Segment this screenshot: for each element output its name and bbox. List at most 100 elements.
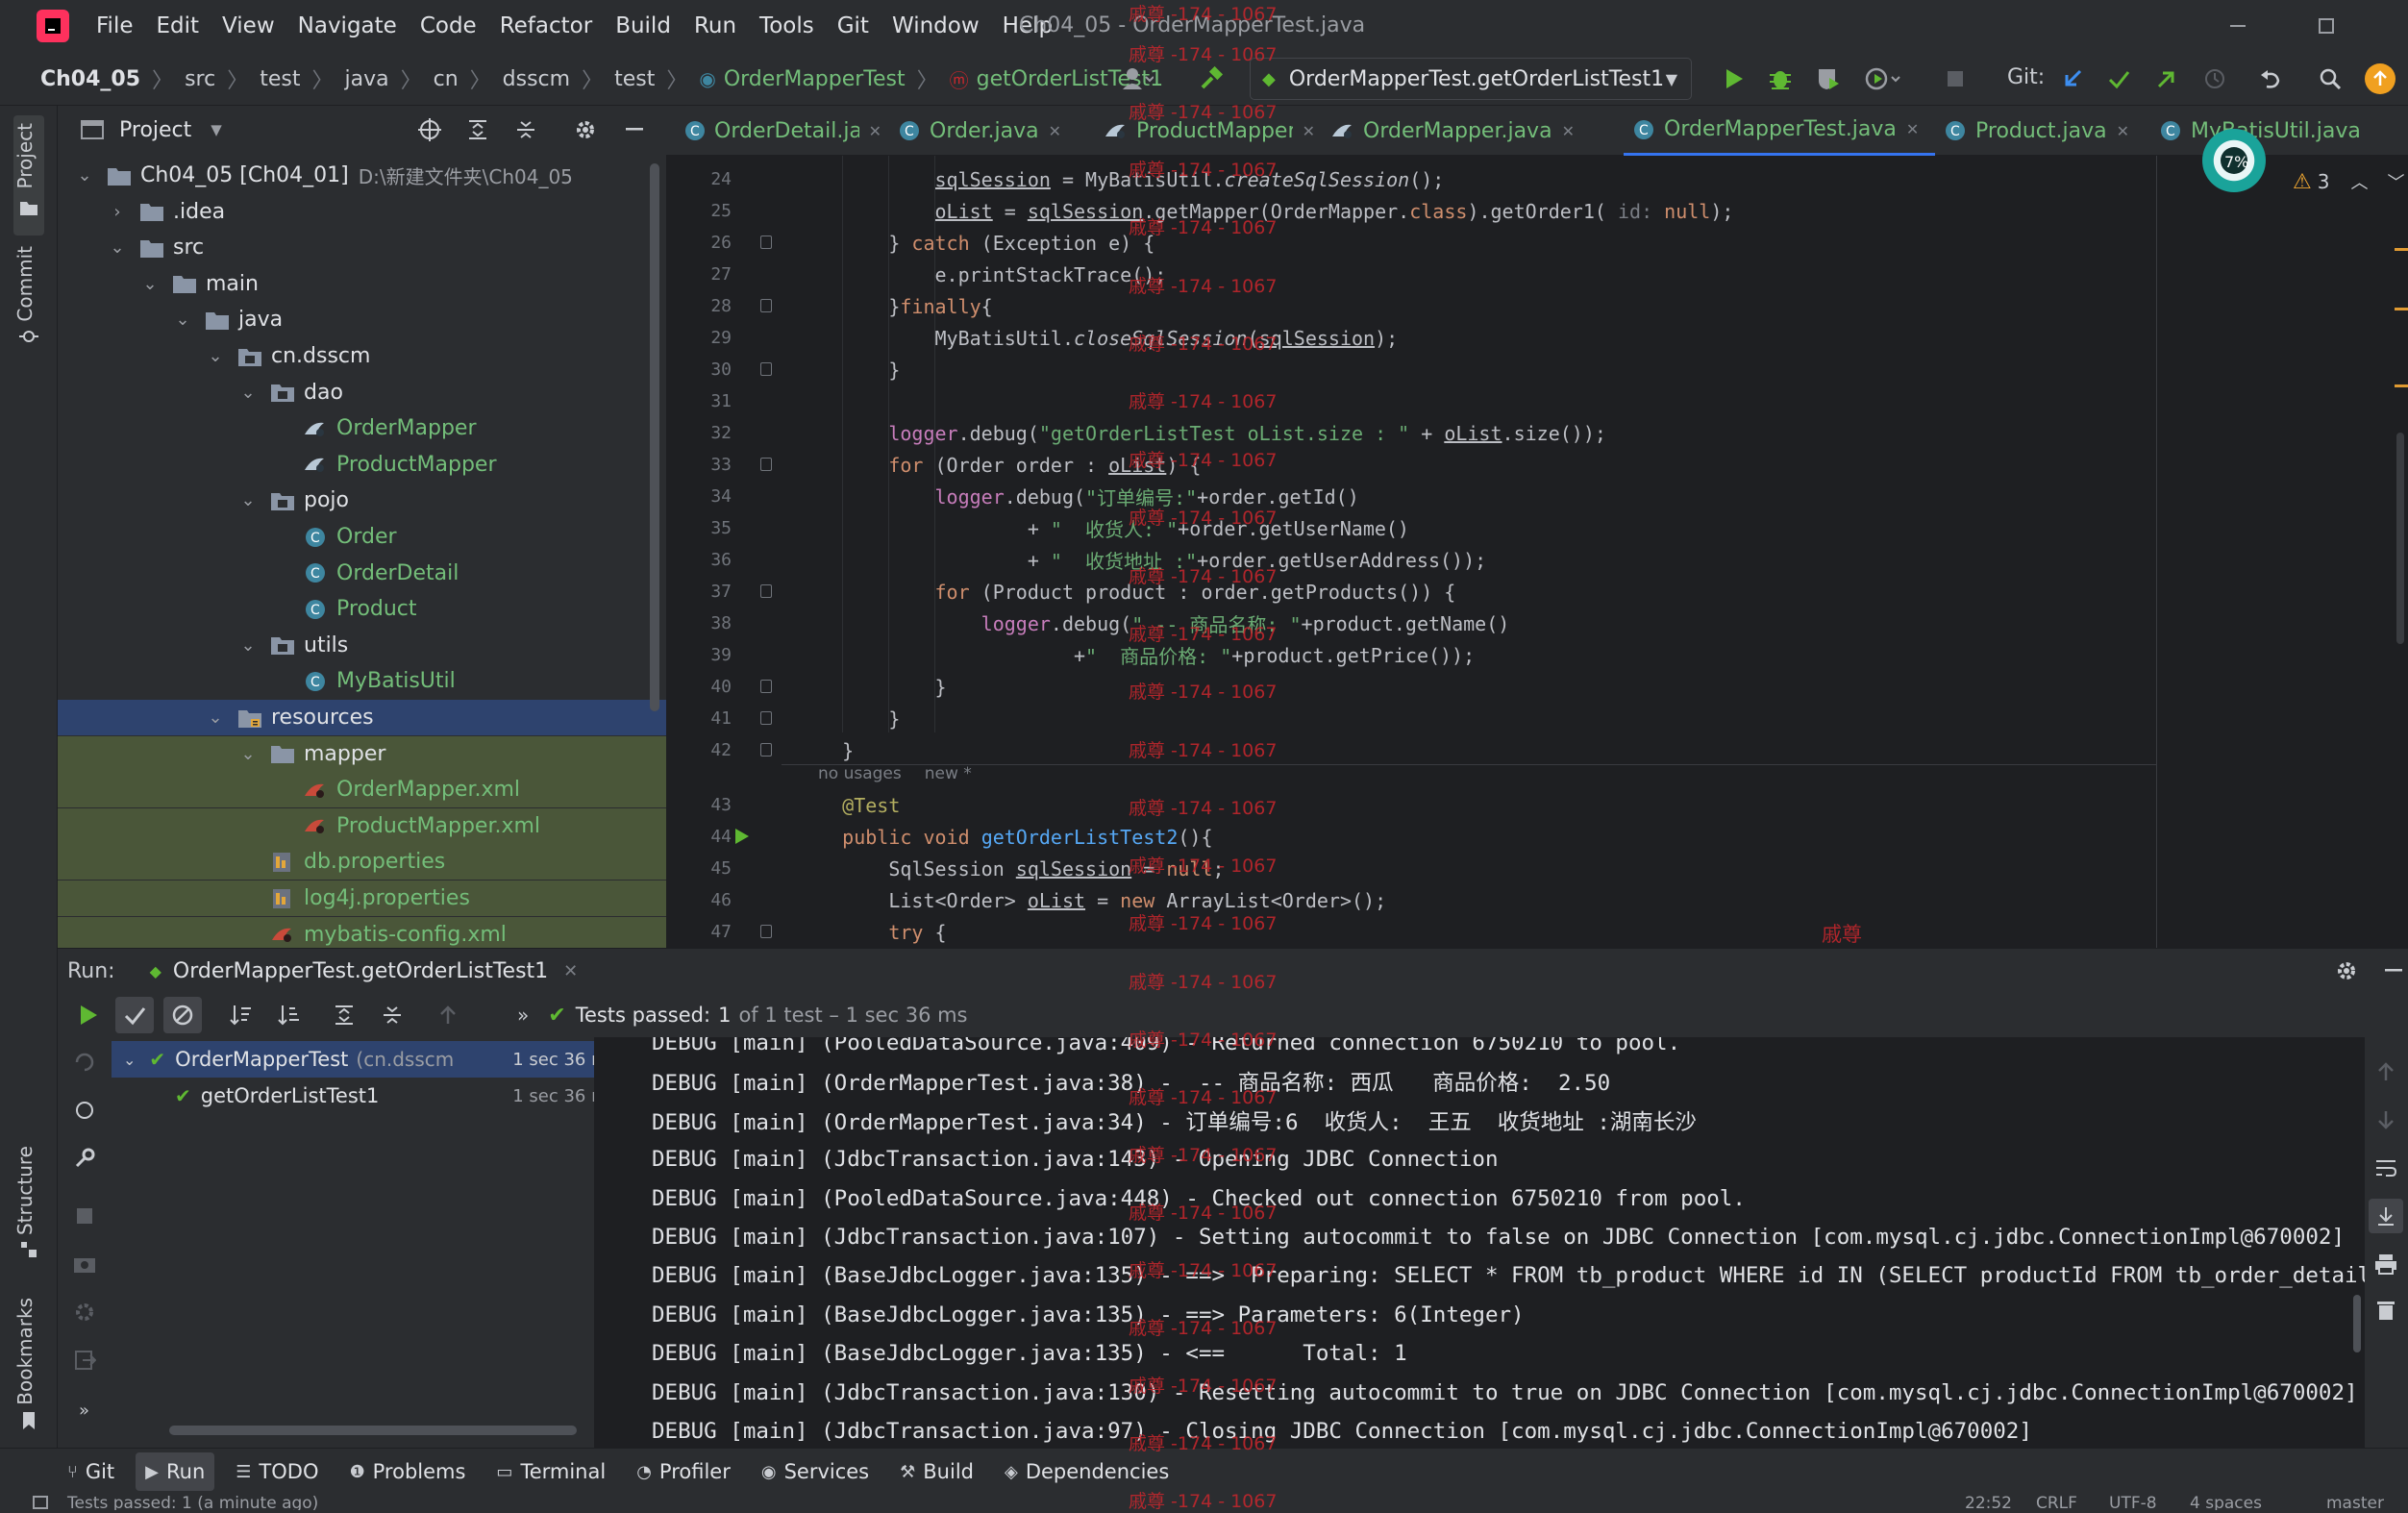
assistant-avatar-icon[interactable]: 7%: [2202, 129, 2266, 192]
bottom-tab-problems[interactable]: ❶ Problems: [339, 1452, 475, 1491]
hide-panel-icon[interactable]: [2380, 956, 2408, 985]
user-icon[interactable]: [1113, 62, 1161, 96]
close-tab-icon[interactable]: ✕: [1303, 122, 1315, 140]
error-stripe-marker[interactable]: [2395, 248, 2408, 251]
tree-item[interactable]: ProductMapper.xml: [58, 807, 666, 844]
tree-item[interactable]: ⌄ resources: [58, 700, 666, 735]
code-line[interactable]: try {: [796, 916, 2286, 948]
bottom-tab-terminal[interactable]: ▭ Terminal: [486, 1452, 615, 1491]
bottom-tab-services[interactable]: ◉ Services: [752, 1452, 879, 1491]
close-tab-icon[interactable]: ✕: [869, 122, 881, 140]
chevron-right-icon[interactable]: ›: [106, 202, 129, 222]
tree-item[interactable]: C MyBatisUtil: [58, 663, 666, 699]
code-line[interactable]: } catch (Exception e) {: [796, 227, 2286, 259]
code-line[interactable]: }: [796, 734, 2286, 766]
scroll-to-end-icon[interactable]: [2369, 1199, 2403, 1233]
test-method-row[interactable]: ✔ getOrderListTest1 1 sec 36 ms: [112, 1078, 623, 1114]
toggle-auto-test-icon[interactable]: [69, 1095, 100, 1126]
menu-item-window[interactable]: Window: [881, 0, 991, 52]
test-class-row[interactable]: ⌄ ✔ OrderMapperTest (cn.dsscm 1 sec 36 m…: [112, 1041, 623, 1078]
wrench-icon[interactable]: [69, 1143, 100, 1174]
fold-icon[interactable]: [760, 362, 772, 376]
chevron-down-icon[interactable]: ⌄: [236, 744, 260, 764]
breadcrumb-item[interactable]: cn: [434, 67, 459, 91]
expand-all-icon[interactable]: [327, 998, 361, 1032]
close-tab-icon[interactable]: ✕: [2117, 122, 2129, 140]
rerun-icon[interactable]: [71, 998, 106, 1032]
coverage-icon[interactable]: [1811, 62, 1846, 96]
build-hammer-icon[interactable]: [1192, 62, 1230, 96]
code-line[interactable]: MyBatisUtil. closeSqlSession(sqlSession);: [796, 322, 2286, 354]
settings-gear-icon[interactable]: [571, 115, 600, 144]
chevron-up-icon[interactable]: ︿: [2350, 169, 2368, 194]
editor-tab[interactable]: C Order.java ✕: [889, 106, 1096, 156]
warning-icon[interactable]: ⚠: [2293, 170, 2312, 194]
bottom-tab-profiler[interactable]: ◔ Profiler: [627, 1452, 740, 1491]
soft-wrap-icon[interactable]: [2372, 1154, 2399, 1181]
more-icon[interactable]: »: [517, 1004, 529, 1027]
locate-icon[interactable]: [415, 115, 444, 144]
more-icon[interactable]: »: [79, 1401, 89, 1421]
code-line[interactable]: SqlSession sqlSession = null;: [796, 853, 2286, 884]
tree-item[interactable]: C Product: [58, 591, 666, 627]
menu-item-code[interactable]: Code: [409, 0, 488, 52]
code-line[interactable]: logger .debug("getOrderListTest oList.siz…: [796, 417, 2286, 449]
profiler-icon[interactable]: [1859, 62, 1907, 96]
show-ignored-icon[interactable]: [163, 997, 202, 1033]
chevron-down-icon[interactable]: ⌄: [236, 490, 260, 510]
menu-item-run[interactable]: Run: [683, 0, 748, 52]
bottom-tab-todo[interactable]: ☰ TODO: [226, 1452, 328, 1491]
camera-icon[interactable]: [69, 1249, 100, 1279]
code-line[interactable]: logger .debug(" -- 商品名称: " +product.getNam…: [796, 608, 2286, 639]
bookmarks-tab[interactable]: Bookmarks: [13, 1298, 37, 1405]
chevron-down-icon[interactable]: ⌄: [123, 1051, 136, 1069]
close-tab-icon[interactable]: ✕: [563, 961, 578, 981]
breadcrumb-item[interactable]: java: [344, 67, 388, 91]
run-config-dropdown[interactable]: ◆ OrderMapperTest.getOrderListTest1 ▼: [1250, 58, 1692, 100]
code-line[interactable]: public void getOrderListTest2(){: [796, 821, 2286, 853]
bottom-tab-git[interactable]: ⑂ Git: [58, 1452, 124, 1491]
menu-item-refactor[interactable]: Refactor: [488, 0, 604, 52]
error-stripe-marker[interactable]: [2395, 384, 2408, 387]
menu-item-navigate[interactable]: Navigate: [286, 0, 409, 52]
warning-count[interactable]: 3: [2318, 170, 2330, 193]
expand-all-icon[interactable]: [463, 115, 492, 144]
tree-item[interactable]: db.properties: [58, 844, 666, 881]
horizontal-scrollbar[interactable]: [169, 1426, 577, 1435]
chevron-down-icon[interactable]: ⌄: [204, 346, 227, 366]
code-line[interactable]: @Test: [796, 789, 2286, 821]
debug-gear-icon[interactable]: [69, 1297, 100, 1327]
rollback-icon[interactable]: [2253, 62, 2288, 96]
collapse-all-icon[interactable]: [511, 115, 540, 144]
show-passed-icon[interactable]: [115, 997, 154, 1033]
commit-tab[interactable]: Commit: [13, 246, 37, 322]
code-line[interactable]: }: [796, 703, 2286, 734]
maximize-button[interactable]: [2307, 10, 2346, 42]
editor-tab[interactable]: C OrderDetail.java ✕: [676, 106, 889, 156]
breadcrumb-item[interactable]: dsscm: [503, 67, 570, 91]
fold-icon[interactable]: [760, 584, 772, 598]
settings-gear-icon[interactable]: [2332, 956, 2361, 985]
code-line[interactable]: oList = sqlSession .getMapper(OrderMapper…: [796, 195, 2286, 227]
menu-item-edit[interactable]: Edit: [145, 0, 211, 52]
hide-panel-icon[interactable]: [621, 115, 650, 144]
code-line[interactable]: logger .debug("订单编号:" +order.getId(): [796, 481, 2286, 512]
git-branch[interactable]: master: [2326, 1494, 2384, 1510]
run-config-tab[interactable]: OrderMapperTest.getOrderListTest1: [173, 959, 548, 983]
chevron-down-icon[interactable]: ▼: [211, 121, 222, 138]
tree-item[interactable]: ProductMapper: [58, 447, 666, 483]
code-line[interactable]: e.printStackTrace();: [796, 259, 2286, 290]
chevron-down-icon[interactable]: ⌄: [73, 165, 96, 186]
tree-item[interactable]: ⌄ src: [58, 230, 666, 265]
tree-item[interactable]: ⌄ utils: [58, 628, 666, 663]
menu-item-view[interactable]: View: [211, 0, 286, 52]
chevron-down-icon[interactable]: ﹀: [2387, 169, 2404, 194]
run-test-gutter-icon[interactable]: [733, 827, 753, 846]
run-icon[interactable]: [1717, 62, 1751, 96]
close-tab-icon[interactable]: ✕: [1906, 120, 1919, 138]
chevron-down-icon[interactable]: ⌄: [204, 707, 227, 728]
close-tab-icon[interactable]: ✕: [1049, 122, 1061, 140]
menu-item-file[interactable]: File: [85, 0, 145, 52]
git-update-icon[interactable]: [2055, 62, 2090, 96]
breadcrumb-item[interactable]: Ch04_05: [40, 67, 140, 91]
